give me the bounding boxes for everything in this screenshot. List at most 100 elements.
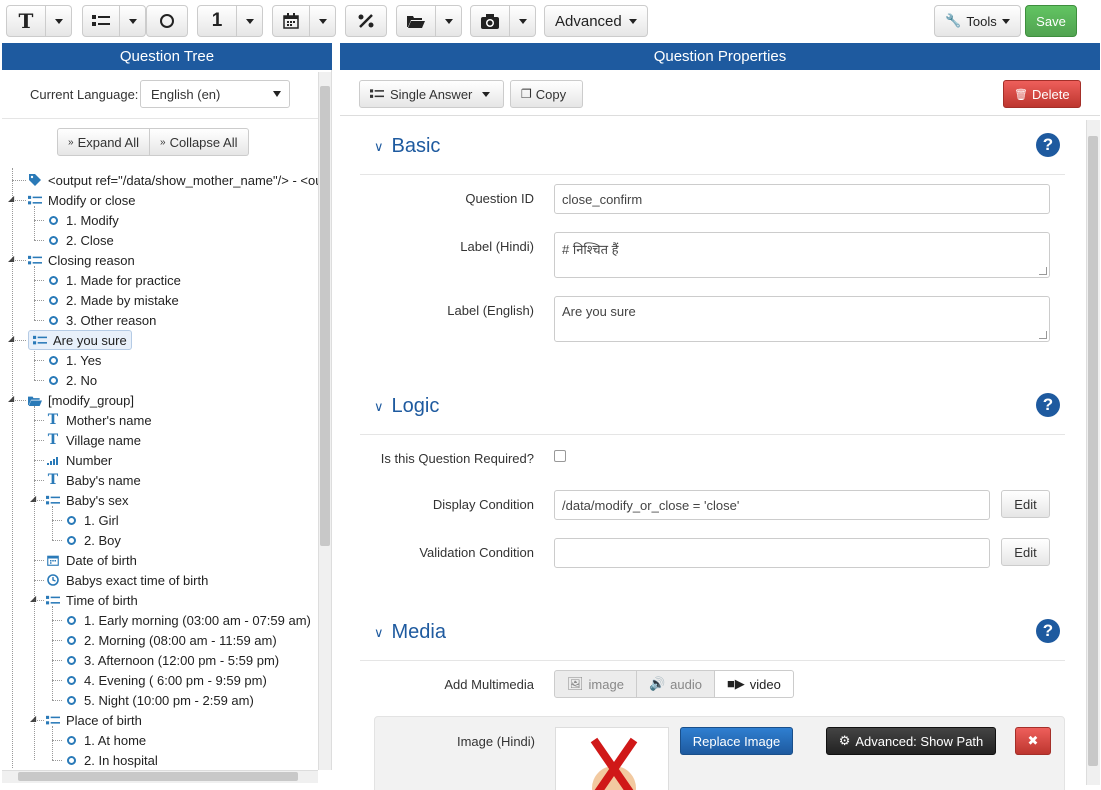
tree-expander-icon[interactable]: ◢ [8,394,14,403]
tree-expander-icon[interactable]: ◢ [30,494,36,503]
tree-item[interactable]: [modify_group] [28,390,134,410]
tree-item-label: Modify or close [48,192,136,208]
tree-item[interactable]: Modify or close [28,190,135,210]
properties-vertical-scroll-thumb[interactable] [1088,136,1098,766]
media-question-dropdown[interactable] [470,5,536,37]
label-english-textarea[interactable]: Are you sure [554,296,1050,342]
volume-icon: 🔊 [648,676,666,691]
add-image-button[interactable]: 🖼 image [554,670,637,698]
date-question-button[interactable] [272,5,310,37]
copy-button[interactable]: ❐ Copy [510,80,583,108]
expand-all-button[interactable]: » Expand All [57,128,150,156]
tree-item[interactable]: 4. Evening ( 6:00 pm - 9:59 pm) [64,670,267,690]
validation-condition-input[interactable] [554,538,990,568]
tree-item[interactable]: 3. Afternoon (12:00 pm - 5:59 pm) [64,650,279,670]
select-question-dropdown[interactable] [82,5,146,37]
tree-expander-icon[interactable]: ◢ [30,594,36,603]
tree-item[interactable]: 1. Girl [64,510,119,530]
basic-section-toggle[interactable]: ∨ Basic [374,135,440,158]
date-question-dropdown[interactable] [272,5,336,37]
tree-item[interactable]: 1. Early morning (03:00 am - 07:59 am) [64,610,311,630]
tree-item[interactable]: Number [46,450,112,470]
tree-guide-line [52,506,53,540]
advanced-show-path-button[interactable]: ⚙ Advanced: Show Path [826,727,996,755]
tree-item[interactable]: T Village name [46,430,141,450]
text-question-dropdown[interactable]: T [6,5,72,37]
tree-item-label: 2. Close [66,232,114,248]
remove-image-button[interactable]: ✖ [1015,727,1051,755]
tree-expander-icon[interactable]: ◢ [30,714,36,723]
tree-item[interactable]: 1. Modify [46,210,119,230]
media-section-toggle[interactable]: ∨ Media [374,621,446,644]
tree-item[interactable]: T Mother's name [46,410,152,430]
edit-display-condition-button[interactable]: Edit [1001,490,1050,518]
resize-handle-icon[interactable] [1039,267,1047,275]
select-question-caret[interactable] [120,5,146,37]
tree-item[interactable]: Baby's sex [46,490,128,510]
tree-item[interactable]: Date of birth [46,550,137,570]
tree-item[interactable]: Babys exact time of birth [46,570,208,590]
tree-expander-icon[interactable]: ◢ [8,334,14,343]
tree-item-label: 1. Girl [84,512,119,528]
add-choice-button[interactable] [146,5,188,37]
replace-image-button[interactable]: Replace Image [680,727,793,755]
calculate-button[interactable] [345,5,387,37]
save-button[interactable]: Save [1025,5,1077,37]
number-question-button[interactable]: 1 [197,5,237,37]
tree-item[interactable]: T Baby's name [46,470,141,490]
date-question-caret[interactable] [310,5,336,37]
media-question-caret[interactable] [510,5,536,37]
group-question-caret[interactable] [436,5,462,37]
delete-button[interactable]: 🗑 Delete [1003,80,1081,108]
tree-item[interactable]: Are you sure [28,330,132,350]
basic-help-icon[interactable]: ? [1036,133,1060,157]
tree-item[interactable]: 2. Boy [64,530,121,550]
tree-item[interactable]: 2. Made by mistake [46,290,179,310]
group-question-dropdown[interactable] [396,5,462,37]
list-icon [46,713,60,727]
add-video-button[interactable]: ■▶ video [714,670,794,698]
tools-dropdown[interactable]: 🔧 Tools [934,5,1021,37]
tree-expander-icon[interactable]: ◢ [8,194,14,203]
number-question-dropdown[interactable]: 1 [197,5,263,37]
tree-expander-icon[interactable]: ◢ [8,254,14,263]
tools-button[interactable]: 🔧 Tools [934,5,1021,37]
required-checkbox[interactable] [554,450,566,462]
tree-item[interactable]: Place of birth [46,710,142,730]
add-audio-button[interactable]: 🔊 audio [636,670,715,698]
tree-item[interactable]: 2. Close [46,230,114,250]
tree-item[interactable]: 1. Yes [46,350,101,370]
text-question-button[interactable]: T [6,5,46,37]
tree-item[interactable]: 2. In hospital [64,750,158,768]
collapse-all-button[interactable]: » Collapse All [150,128,249,156]
advanced-button[interactable]: Advanced [544,5,648,37]
logic-section-toggle[interactable]: ∨ Logic [374,395,439,418]
text-question-caret[interactable] [46,5,72,37]
tree-horizontal-scroll-thumb[interactable] [18,772,298,781]
tree-guide-line [34,460,44,461]
tree-item[interactable]: 1. At home [64,730,146,750]
tree-item[interactable]: <output ref="/data/show_mother_name"/> -… [28,170,318,190]
tree-item[interactable]: 1. Made for practice [46,270,181,290]
tree-item[interactable]: Time of birth [46,590,138,610]
group-question-button[interactable] [396,5,436,37]
edit-validation-condition-button[interactable]: Edit [1001,538,1050,566]
tree-item[interactable]: 5. Night (10:00 pm - 2:59 am) [64,690,254,710]
language-select[interactable]: English (en) [140,80,290,108]
question-id-input[interactable]: close_confirm [554,184,1050,214]
number-question-caret[interactable] [237,5,263,37]
question-type-dropdown[interactable]: Single Answer [359,80,504,108]
advanced-dropdown[interactable]: Advanced [544,5,648,37]
display-condition-input[interactable]: /data/modify_or_close = 'close' [554,490,990,520]
tree-item[interactable]: 2. Morning (08:00 am - 11:59 am) [64,630,277,650]
media-help-icon[interactable]: ? [1036,619,1060,643]
logic-help-icon[interactable]: ? [1036,393,1060,417]
tree-vertical-scroll-thumb[interactable] [320,86,330,546]
tree-item[interactable]: 2. No [46,370,97,390]
resize-handle-icon[interactable] [1039,331,1047,339]
tree-item[interactable]: 3. Other reason [46,310,156,330]
media-question-button[interactable] [470,5,510,37]
label-hindi-textarea[interactable]: # निश्चित हैं [554,232,1050,278]
tree-item[interactable]: Closing reason [28,250,135,270]
single-select-button[interactable] [82,5,120,37]
